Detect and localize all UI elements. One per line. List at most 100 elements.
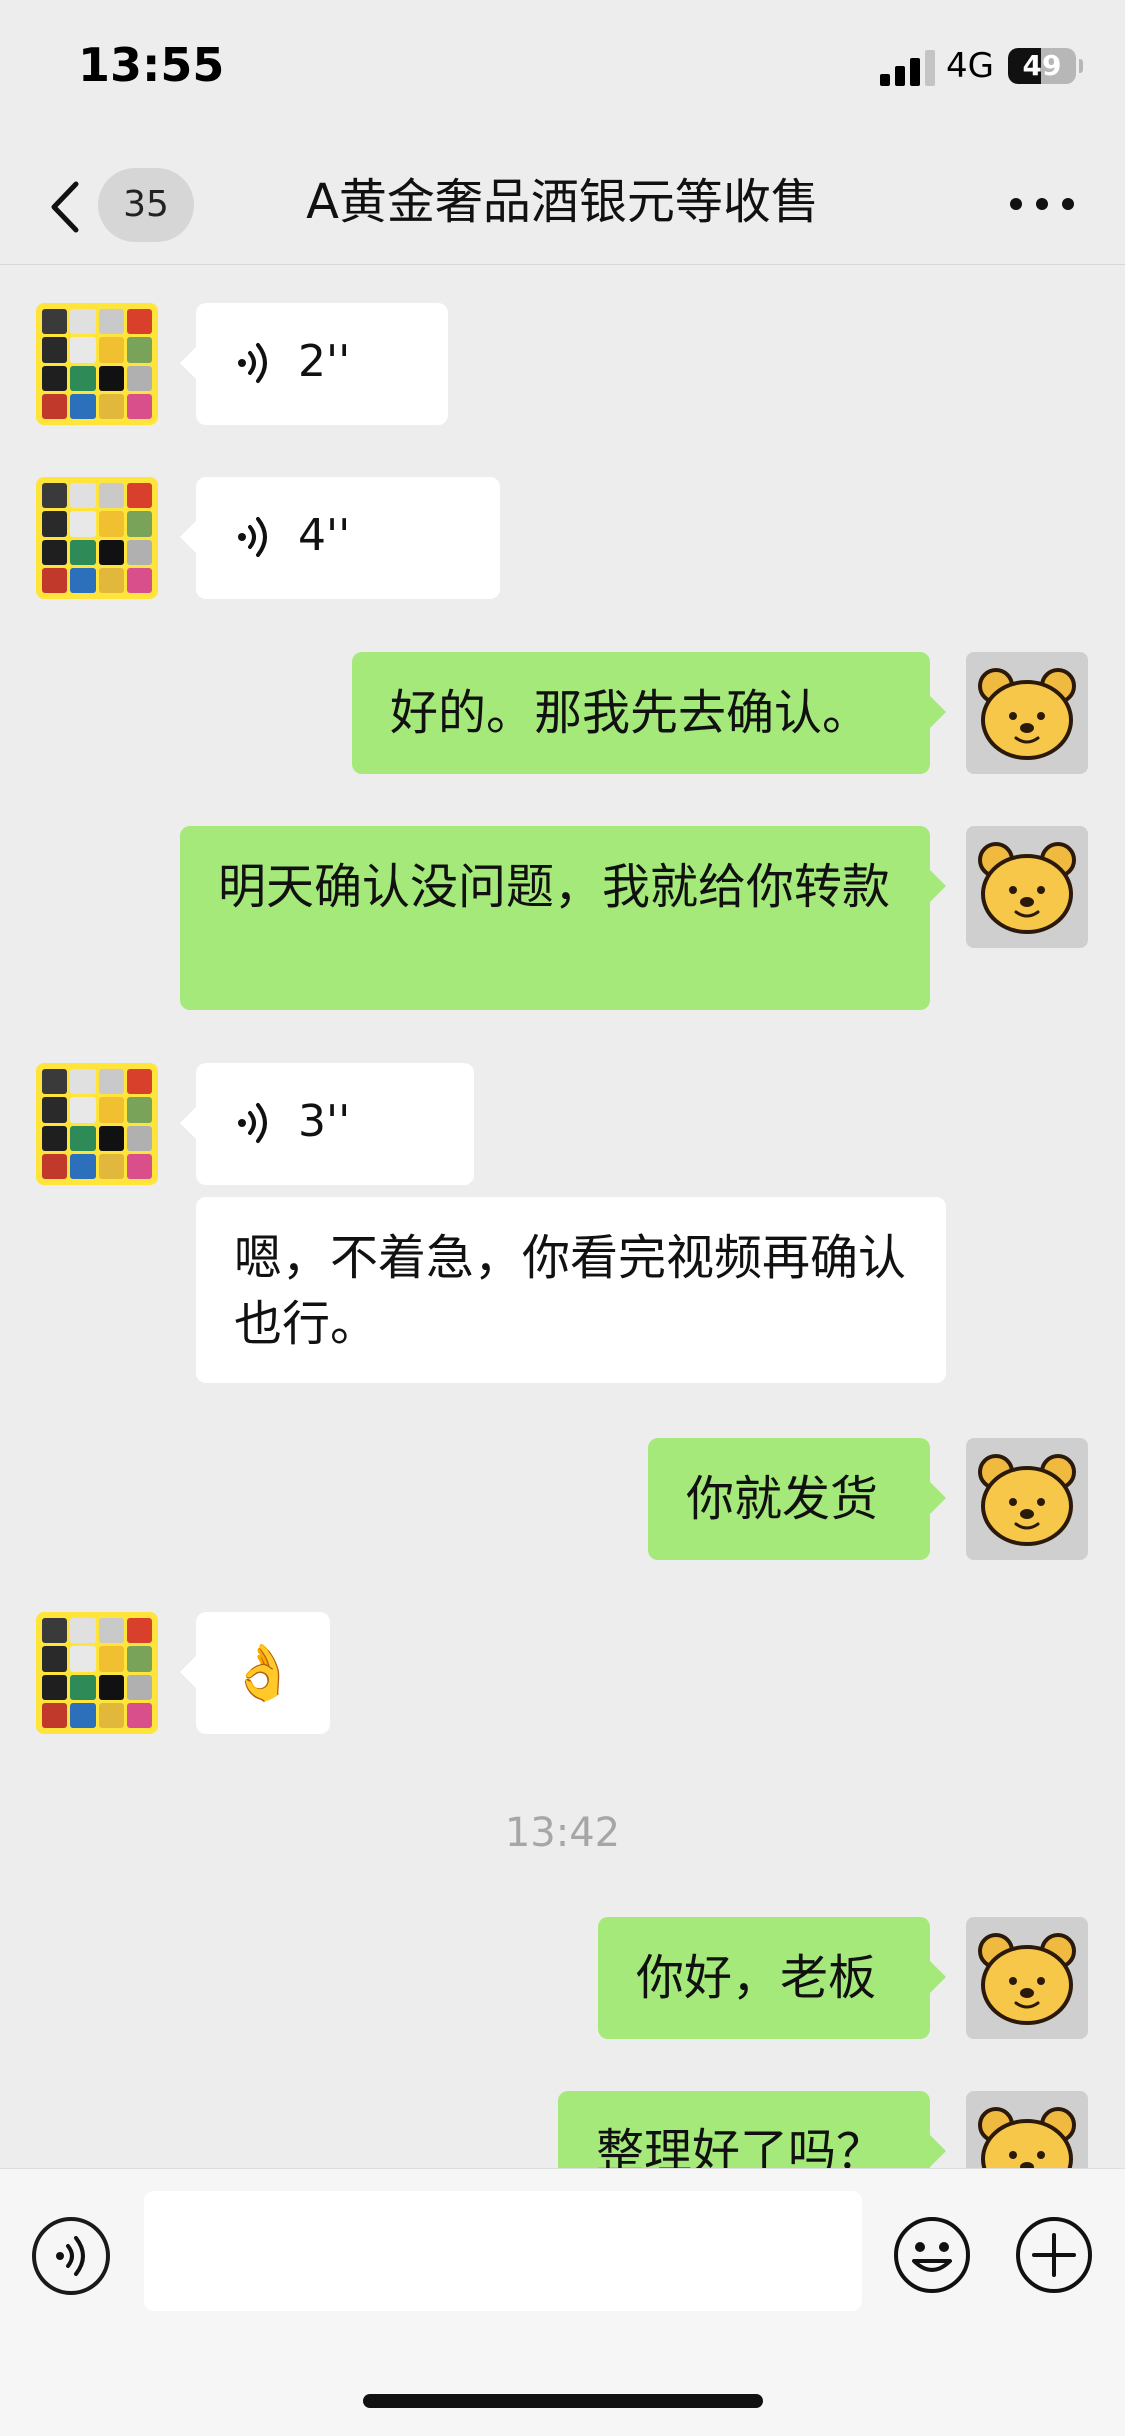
- user-avatar[interactable]: [966, 1917, 1088, 2039]
- avatar-tile: [126, 337, 152, 363]
- avatar-tile: [42, 1097, 68, 1123]
- avatar-tile: [98, 309, 124, 335]
- back-button[interactable]: 35: [36, 168, 196, 242]
- avatar-tile: [70, 365, 96, 391]
- contact-avatar[interactable]: [36, 303, 158, 425]
- voice-wave-icon: [238, 343, 267, 383]
- user-avatar[interactable]: [966, 2091, 1088, 2168]
- avatar-tile: [42, 1069, 68, 1095]
- message-list[interactable]: 2'' 4'' 好的。那我先去确认。 明天确认没问题，我就给你转款 3'' 嗯，…: [0, 265, 1125, 2168]
- message-text: 好的。那我先去确认。: [390, 685, 871, 741]
- avatar-tile: [126, 365, 152, 391]
- voice-wave-icon: [56, 2236, 85, 2276]
- avatar-tile: [126, 511, 152, 537]
- avatar-tile: [98, 1069, 124, 1095]
- avatar-tile: [126, 539, 152, 565]
- network-type: 4G: [946, 46, 994, 86]
- avatar-tile: [98, 1125, 124, 1151]
- avatar-tile: [42, 393, 68, 419]
- avatar-tile: [70, 1674, 96, 1700]
- avatar-tile: [98, 365, 124, 391]
- avatar-tile: [70, 1125, 96, 1151]
- avatar-tile: [98, 511, 124, 537]
- avatar-tile: [98, 337, 124, 363]
- avatar-tile: [126, 483, 152, 509]
- avatar-tile: [70, 337, 96, 363]
- text-message-bubble[interactable]: 你好，老板: [598, 1917, 946, 2039]
- time-divider: 13:42: [504, 1810, 621, 1856]
- avatar-tile: [70, 1097, 96, 1123]
- voice-wave-icon: [238, 517, 267, 557]
- message-text: 明天确认没问题，我就给你转款: [218, 859, 891, 915]
- avatar-tile: [42, 1153, 68, 1179]
- avatar-tile: [42, 511, 68, 537]
- emoji-message-bubble[interactable]: 👌: [180, 1612, 330, 1734]
- contact-avatar[interactable]: [36, 477, 158, 599]
- voice-duration: 2'': [298, 336, 351, 387]
- user-avatar[interactable]: [966, 826, 1088, 948]
- avatar-tile: [70, 567, 96, 593]
- avatar-tile: [126, 393, 152, 419]
- bear-avatar-icon: [978, 668, 1076, 760]
- chevron-left-icon: [51, 181, 79, 233]
- avatar-tile: [70, 1646, 96, 1672]
- avatar-tile: [126, 1125, 152, 1151]
- chat-title: A黄金奢品酒银元等收售: [306, 174, 819, 230]
- avatar-tile: [70, 1153, 96, 1179]
- emoji-icon[interactable]: [892, 2215, 972, 2295]
- avatar-tile: [70, 393, 96, 419]
- home-indicator[interactable]: [363, 2394, 763, 2408]
- avatar-tile: [98, 393, 124, 419]
- avatar-tile: [126, 1097, 152, 1123]
- voice-input-icon[interactable]: [32, 2217, 110, 2295]
- contact-avatar[interactable]: [36, 1063, 158, 1185]
- avatar-tile: [98, 1097, 124, 1123]
- avatar-tile: [126, 1646, 152, 1672]
- avatar-tile: [42, 337, 68, 363]
- avatar-tile: [42, 1646, 68, 1672]
- avatar-tile: [42, 1702, 68, 1728]
- message-text: 整理好了吗？: [596, 2124, 885, 2168]
- avatar-tile: [98, 1702, 124, 1728]
- voice-message-bubble[interactable]: 4'': [180, 477, 500, 599]
- avatar-tile: [42, 483, 68, 509]
- avatar-tile: [126, 1702, 152, 1728]
- bear-avatar-icon: [978, 1933, 1076, 2025]
- avatar-tile: [98, 567, 124, 593]
- text-message-bubble[interactable]: 明天确认没问题，我就给你转款: [180, 826, 946, 1010]
- avatar-tile: [42, 539, 68, 565]
- avatar-tile: [98, 1646, 124, 1672]
- status-time: 13:55: [78, 38, 225, 92]
- avatar-tile: [42, 567, 68, 593]
- voice-message-bubble[interactable]: 2'': [180, 303, 448, 425]
- contact-avatar[interactable]: [36, 1612, 158, 1734]
- avatar-tile: [42, 309, 68, 335]
- bear-avatar-icon: [978, 1454, 1076, 1546]
- avatar-tile: [70, 1702, 96, 1728]
- avatar-tile: [98, 539, 124, 565]
- voice-message-bubble[interactable]: 3'': [180, 1063, 474, 1185]
- avatar-tile: [70, 483, 96, 509]
- avatar-tile: [126, 1069, 152, 1095]
- chat-header: 35 A黄金奢品酒银元等收售: [0, 140, 1125, 265]
- text-message-bubble[interactable]: 你就发货: [648, 1438, 946, 1560]
- message-text: 你好，老板: [636, 1950, 877, 2006]
- bear-avatar-icon: [978, 2107, 1076, 2168]
- avatar-tile: [42, 1125, 68, 1151]
- unread-count-badge: 35: [98, 168, 194, 242]
- text-message-bubble[interactable]: 整理好了吗？: [558, 2091, 946, 2168]
- message-input[interactable]: [144, 2191, 862, 2311]
- more-dots-icon[interactable]: [1010, 184, 1074, 224]
- message-text: 嗯，不着急，你看完视频再确认也行。: [234, 1230, 907, 1352]
- avatar-tile: [126, 567, 152, 593]
- text-message-bubble[interactable]: 好的。那我先去确认。: [352, 652, 946, 774]
- status-bar: 13:55 4G 49: [0, 0, 1125, 140]
- chat-screen: 13:55 4G 49 35 A黄金奢品酒银元等收售 2'' 4'' 好的。那我…: [0, 0, 1125, 2436]
- avatar-tile: [98, 483, 124, 509]
- plus-icon[interactable]: [1014, 2215, 1094, 2295]
- avatar-tile: [98, 1153, 124, 1179]
- text-message-bubble[interactable]: 嗯，不着急，你看完视频再确认也行。: [196, 1197, 946, 1383]
- user-avatar[interactable]: [966, 652, 1088, 774]
- user-avatar[interactable]: [966, 1438, 1088, 1560]
- avatar-tile: [126, 1618, 152, 1644]
